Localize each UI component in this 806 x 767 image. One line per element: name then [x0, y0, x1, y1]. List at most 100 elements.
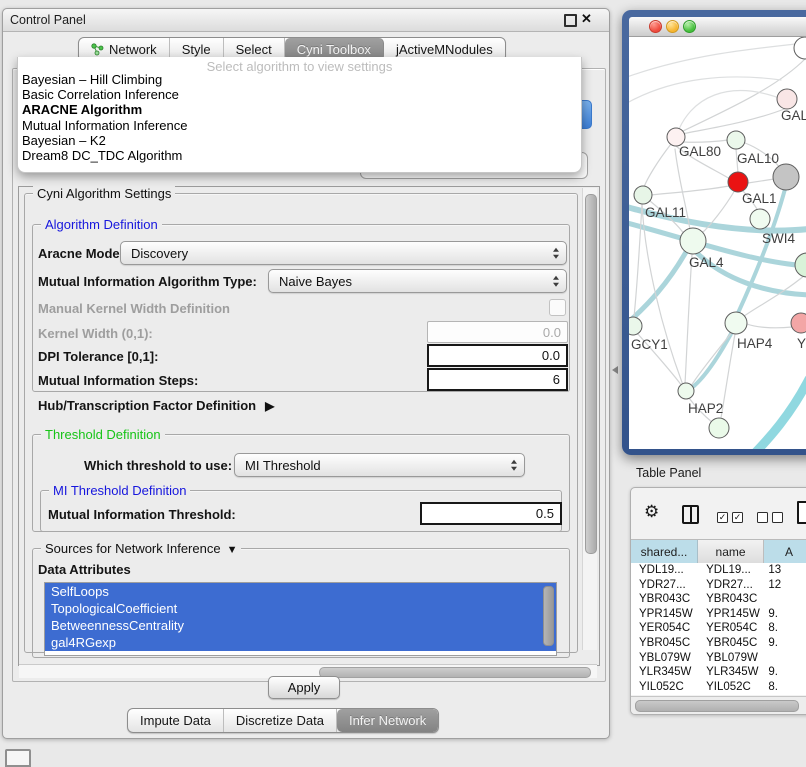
network-node-swi4[interactable] [750, 209, 770, 229]
table-cell[interactable]: YBL079W [631, 651, 698, 666]
table-cell[interactable]: YBR045C [698, 636, 764, 651]
network-node[interactable] [709, 418, 729, 438]
deselect-all-columns-icon[interactable] [757, 512, 783, 523]
table-cell[interactable]: YIL052C [698, 680, 764, 695]
tab-impute-data[interactable]: Impute Data [128, 709, 224, 732]
table-cell[interactable]: YLR345W [631, 665, 698, 680]
table-cell[interactable]: YDR27... [698, 578, 764, 593]
table-cell[interactable]: YIL052C [631, 680, 698, 695]
settings-hscroll-thumb[interactable] [319, 667, 591, 678]
network-edge[interactable] [691, 331, 733, 386]
network-edge[interactable] [651, 186, 729, 195]
table-cell[interactable]: YDL19... [698, 563, 764, 578]
manual-kernel-width-checkbox[interactable] [549, 299, 566, 316]
table-cell[interactable]: 9. [764, 665, 806, 680]
window-minimize-traffic-light[interactable] [666, 20, 679, 33]
list-item-gal4rgexp[interactable]: gal4RGexp [45, 634, 556, 651]
table-row[interactable]: YBR045CYBR045C9. [631, 636, 806, 651]
table-cell[interactable]: 9. [764, 607, 806, 622]
kernel-width-field[interactable]: 0.0 [427, 321, 568, 343]
table-cell[interactable]: 12 [764, 578, 806, 593]
mi-algorithm-type-combo[interactable]: Naive Bayes [268, 269, 567, 293]
table-hscroll-thumb[interactable] [635, 700, 799, 712]
new-table-icon[interactable] [797, 501, 806, 524]
table-row[interactable]: YDR27...YDR27...12 [631, 578, 806, 593]
table-row[interactable]: YDL19...YDL19...13 [631, 563, 806, 578]
network-node-gal11[interactable] [634, 186, 652, 204]
network-node-gcy1[interactable] [629, 317, 642, 335]
network-node-y[interactable] [791, 313, 806, 333]
split-columns-icon[interactable] [682, 505, 699, 524]
list-item-topologicalcoefficient[interactable]: TopologicalCoefficient [45, 600, 556, 617]
algorithm-option-basic-correlation[interactable]: Basic Correlation Inference [22, 87, 179, 102]
list-vertical-scrollbar[interactable] [543, 586, 554, 646]
network-edge[interactable] [749, 379, 806, 449]
mi-steps-field[interactable]: 6 [427, 368, 568, 391]
table-row[interactable]: YBR043CYBR043C [631, 592, 806, 607]
table-row[interactable]: YER054CYER054C8. [631, 621, 806, 636]
tab-discretize-data[interactable]: Discretize Data [224, 709, 337, 732]
algorithm-option-aracne[interactable]: ARACNE Algorithm [22, 102, 142, 117]
network-canvas[interactable]: GALGAL80GAL10GAL1GAL11SWI4GAL4GCY1HAP4YH… [629, 37, 806, 449]
sources-group-toggle[interactable]: Sources for Network Inference▼ [41, 541, 241, 556]
table-row[interactable]: YBL079WYBL079W [631, 651, 806, 666]
table-cell[interactable]: YLR345W [698, 665, 764, 680]
which-threshold-combo[interactable]: MI Threshold [234, 453, 525, 477]
apply-button[interactable]: Apply [268, 676, 340, 699]
table-cell[interactable] [764, 592, 806, 607]
mi-threshold-field[interactable]: 0.5 [420, 502, 562, 525]
network-edge[interactable] [629, 43, 805, 77]
tab-infer-network[interactable]: Infer Network [337, 709, 438, 732]
select-all-columns-icon[interactable]: ✓✓ [717, 512, 743, 523]
network-node-hap4[interactable] [725, 312, 747, 334]
panel-collapse-arrow[interactable] [612, 366, 618, 374]
network-edge[interactable] [748, 179, 774, 183]
table-cell[interactable]: 8. [764, 680, 806, 695]
list-item-selfloops[interactable]: SelfLoops [45, 583, 556, 600]
network-node[interactable] [794, 37, 806, 59]
window-zoom-traffic-light[interactable] [683, 20, 696, 33]
table-cell[interactable]: YER054C [631, 621, 698, 636]
table-cell[interactable]: YBR043C [698, 592, 764, 607]
table-cell[interactable]: 8. [764, 621, 806, 636]
network-node[interactable] [773, 164, 799, 190]
network-edge[interactable] [684, 140, 728, 142]
algorithm-option-bayesian-hill-climbing[interactable]: Bayesian – Hill Climbing [22, 72, 162, 87]
network-edge[interactable] [634, 204, 642, 317]
list-item-betweennesscentrality[interactable]: BetweennessCentrality [45, 617, 556, 634]
table-cell[interactable] [764, 651, 806, 666]
settings-vscroll-track[interactable] [582, 188, 597, 650]
table-cell[interactable]: YER054C [698, 621, 764, 636]
network-node-gal10[interactable] [727, 131, 745, 149]
table-cell[interactable]: 9. [764, 636, 806, 651]
table-row[interactable]: YIL052CYIL052C8. [631, 680, 806, 695]
aracne-mode-combo[interactable]: Discovery [120, 241, 567, 265]
network-node-gal4[interactable] [680, 228, 706, 254]
network-node[interactable] [795, 253, 806, 277]
table-row[interactable]: YPR145WYPR145W9. [631, 607, 806, 622]
network-edge[interactable] [644, 144, 671, 187]
table-cell[interactable]: YBR043C [631, 592, 698, 607]
table-cell[interactable]: YPR145W [698, 607, 764, 622]
table-hscroll-track[interactable] [631, 696, 806, 714]
table-cell[interactable]: YPR145W [631, 607, 698, 622]
settings-vscroll-thumb[interactable] [585, 194, 597, 554]
network-edge[interactable] [685, 254, 692, 384]
network-node-hap2[interactable] [678, 383, 694, 399]
gear-icon[interactable]: ⚙ [644, 502, 659, 522]
close-panel-button[interactable]: ✕ [581, 11, 592, 27]
network-edge[interactable] [682, 108, 787, 134]
table-cell[interactable]: YDR27... [631, 578, 698, 593]
window-close-traffic-light[interactable] [649, 20, 662, 33]
float-window-button[interactable] [564, 14, 577, 27]
algorithm-option-mutual-information[interactable]: Mutual Information Inference [22, 118, 187, 133]
dpi-tolerance-field[interactable]: 0.0 [427, 344, 568, 367]
algorithm-option-dream8[interactable]: Dream8 DC_TDC Algorithm [22, 148, 182, 163]
hub-tf-definition-toggle[interactable]: Hub/Transcription Factor Definition▶ [38, 398, 274, 413]
table-cell[interactable]: 13 [764, 563, 806, 578]
algorithm-option-bayesian-k2[interactable]: Bayesian – K2 [22, 133, 106, 148]
table-cell[interactable]: YDL19... [631, 563, 698, 578]
minimized-window-icon[interactable] [5, 749, 31, 767]
network-node-gal1[interactable] [728, 172, 748, 192]
table-cell[interactable]: YBR045C [631, 636, 698, 651]
